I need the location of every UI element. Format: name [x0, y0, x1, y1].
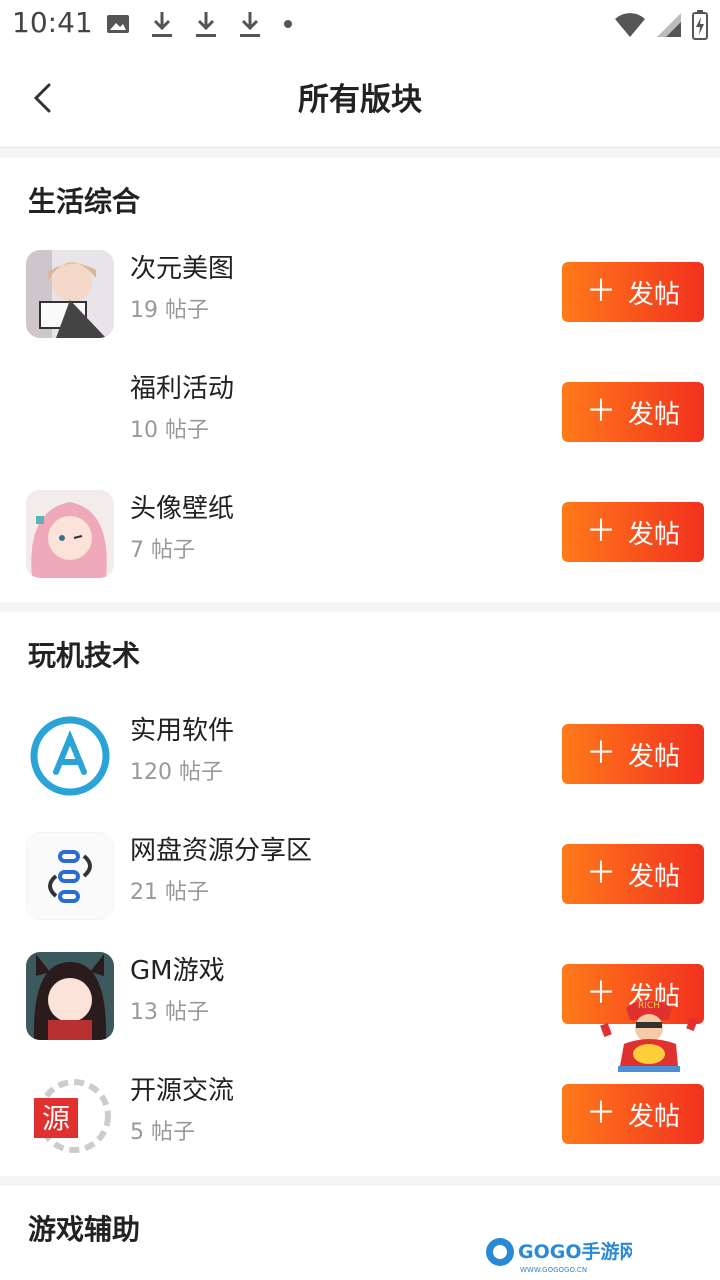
- post-button-label: 发帖: [627, 861, 680, 892]
- download-icon: [152, 12, 172, 37]
- forum-name: 头像壁纸: [130, 494, 235, 524]
- plus-icon: ＋: [585, 736, 616, 771]
- page-title: 所有版块: [298, 82, 422, 118]
- forum-thumbnail: [26, 370, 114, 458]
- download-icon: [196, 12, 216, 37]
- plus-icon: ＋: [585, 1096, 616, 1131]
- post-button[interactable]: ＋ 发帖: [562, 1084, 704, 1144]
- post-button-label: 发帖: [627, 519, 680, 550]
- site-watermark: GOGO手游网 WWW.GOGOGO.CN: [482, 1232, 639, 1276]
- post-count: 21 帖子: [130, 880, 209, 905]
- post-count: 13 帖子: [130, 1000, 209, 1025]
- signal-icon: [657, 13, 681, 37]
- post-count: 19 帖子: [130, 298, 209, 323]
- post-count: 7 帖子: [130, 538, 195, 563]
- download-icon: [240, 12, 260, 37]
- forum-name: GM游戏: [130, 956, 225, 986]
- plus-icon: ＋: [585, 514, 616, 549]
- post-button-label: 发帖: [627, 279, 680, 310]
- post-button[interactable]: ＋ 发帖: [562, 844, 704, 904]
- app-header: 所有版块: [0, 48, 720, 148]
- post-count: 5 帖子: [130, 1120, 195, 1145]
- post-button[interactable]: ＋ 发帖: [562, 502, 704, 562]
- watermark-sub: WWW.GOGOGO.CN: [520, 1266, 587, 1274]
- plus-icon: ＋: [585, 856, 616, 891]
- watermark-text: GOGO手游网: [518, 1240, 632, 1263]
- plus-icon: ＋: [585, 274, 616, 309]
- list-item[interactable]: 实用软件 120 帖子 ＋ 发帖: [0, 702, 720, 822]
- source-logo-icon: 源: [26, 1072, 114, 1160]
- section-title: 玩机技术: [28, 639, 141, 672]
- list-item[interactable]: 福利活动 10 帖子 ＋ 发帖: [0, 360, 720, 480]
- forum-name: 实用软件: [130, 716, 235, 746]
- section-tech: 玩机技术 实用软件 120 帖子 ＋ 发帖 网盘资源分享区 21 帖子 ＋ 发帖 G…: [0, 612, 720, 1176]
- app-store-icon: [26, 712, 114, 800]
- section-title: 生活综合: [28, 185, 141, 218]
- forum-thumbnail: [26, 490, 114, 578]
- forum-name: 福利活动: [130, 374, 235, 404]
- forum-name: 网盘资源分享区: [130, 836, 313, 866]
- post-button-label: 发帖: [627, 399, 680, 430]
- section-title: 游戏辅助: [28, 1213, 141, 1246]
- forum-thumbnail: [26, 952, 114, 1040]
- post-button-label: 发帖: [627, 741, 680, 772]
- image-icon: [107, 15, 129, 33]
- list-item[interactable]: 源 开源交流 5 帖子 ＋ 发帖: [0, 1062, 720, 1182]
- section-life: 生活综合 次元美图 19 帖子 ＋ 发帖 福利活动 10 帖子 ＋ 发帖 头像壁纸 …: [0, 158, 720, 602]
- post-count: 120 帖子: [130, 760, 223, 785]
- post-count: 10 帖子: [130, 418, 209, 443]
- svg-text:源: 源: [42, 1102, 70, 1135]
- wifi-icon: [615, 13, 645, 37]
- post-button-label: 发帖: [627, 1101, 680, 1132]
- mascot-label: RICH: [638, 1001, 660, 1011]
- dot-icon: [284, 20, 292, 28]
- post-button[interactable]: ＋ 发帖: [562, 382, 704, 442]
- post-button[interactable]: ＋ 发帖: [562, 262, 704, 322]
- status-bar: 10:41: [0, 0, 720, 48]
- floating-lucky-mascot[interactable]: RICH: [596, 994, 702, 1074]
- list-item[interactable]: 网盘资源分享区 21 帖子 ＋ 发帖: [0, 822, 720, 942]
- forum-thumbnail: [26, 250, 114, 338]
- cloud-share-icon: [26, 832, 114, 920]
- plus-icon: ＋: [585, 394, 616, 429]
- battery-icon: [692, 10, 708, 40]
- list-item[interactable]: 头像壁纸 7 帖子 ＋ 发帖: [0, 480, 720, 600]
- forum-name: 开源交流: [130, 1076, 235, 1106]
- list-item[interactable]: 次元美图 19 帖子 ＋ 发帖: [0, 240, 720, 360]
- status-time: 10:41: [12, 6, 93, 39]
- forum-name: 次元美图: [130, 254, 235, 284]
- post-button[interactable]: ＋ 发帖: [562, 724, 704, 784]
